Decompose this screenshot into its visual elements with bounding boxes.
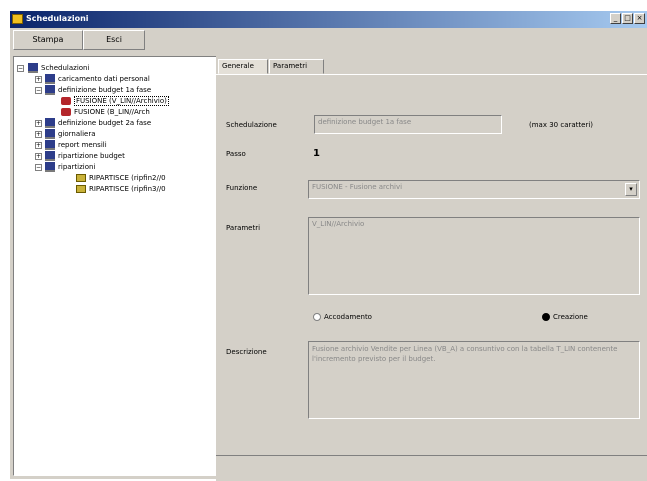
tree-item-label: ripartizioni <box>58 163 96 171</box>
tree-item-label: ripartizione budget <box>58 152 125 160</box>
expand-toggle[interactable]: + <box>35 142 42 149</box>
function-icon <box>61 97 71 105</box>
parametri-label: Parametri <box>226 224 261 232</box>
tree-item-label: giornaliera <box>58 130 96 138</box>
descrizione-label: Descrizione <box>226 348 267 356</box>
tree-root-label: Schedulazioni <box>41 64 90 72</box>
schedule-tree[interactable]: − Schedulazioni + caricamento dati perso… <box>13 56 217 476</box>
app-icon <box>12 14 23 24</box>
funzione-value: FUSIONE - Fusione archivi <box>312 183 403 191</box>
grid-icon <box>76 185 86 193</box>
status-bar <box>216 455 647 481</box>
max-chars-note: (max 30 caratteri) <box>529 121 593 129</box>
maximize-button[interactable]: □ <box>622 13 633 24</box>
app-window: Schedulazioni _ □ × Stampa Esci − Schedu… <box>9 10 647 481</box>
funzione-select[interactable]: FUSIONE - Fusione archivi ▾ <box>308 180 640 199</box>
expand-toggle[interactable]: + <box>35 120 42 127</box>
tree-item-selected[interactable]: FUSIONE (V_LIN//Archivio) <box>61 96 169 107</box>
detail-panel: Generale Parametri Schedulazione definiz… <box>216 51 647 455</box>
passo-value: 1 <box>313 148 320 159</box>
tree-item-label: definizione budget 2a fase <box>58 119 152 127</box>
tree-item[interactable]: ripartizione budget <box>45 151 125 162</box>
creazione-option[interactable]: Creazione <box>542 313 588 321</box>
passo-label: Passo <box>226 150 246 158</box>
folder-icon <box>45 74 55 84</box>
expand-toggle[interactable]: + <box>35 76 42 83</box>
folder-icon <box>45 140 55 150</box>
tree-item-label: report mensili <box>58 141 107 149</box>
schedulazione-field[interactable]: definizione budget 1a fase <box>314 115 502 134</box>
tree-item[interactable]: giornaliera <box>45 129 96 140</box>
expand-toggle[interactable]: + <box>35 131 42 138</box>
accodamento-label: Accodamento <box>324 313 372 321</box>
grid-icon <box>76 174 86 182</box>
folder-icon <box>45 118 55 128</box>
expand-toggle[interactable]: + <box>35 153 42 160</box>
tab-generale[interactable]: Generale <box>218 59 268 74</box>
schedulazione-label: Schedulazione <box>226 121 277 129</box>
tree-item-label: RIPARTISCE (ripfin3//0 <box>89 185 166 193</box>
tree-item-label: FUSIONE (V_LIN//Archivio) <box>74 96 169 106</box>
tree-item[interactable]: definizione budget 2a fase <box>45 118 151 129</box>
folder-icon <box>45 129 55 139</box>
tab-parametri[interactable]: Parametri <box>269 59 324 74</box>
tree-item[interactable]: FUSIONE (B_LIN//Arch <box>61 107 150 118</box>
window-title: Schedulazioni <box>26 14 89 23</box>
function-icon <box>61 108 71 116</box>
toolbar: Stampa Esci <box>13 30 193 52</box>
close-button[interactable]: × <box>634 13 645 24</box>
tree-root[interactable]: Schedulazioni <box>28 63 89 74</box>
folder-icon <box>28 63 38 73</box>
collapse-toggle[interactable]: − <box>17 65 24 72</box>
radio-icon <box>313 313 321 321</box>
folder-icon <box>45 85 55 95</box>
esci-button[interactable]: Esci <box>83 30 145 50</box>
radio-selected-icon <box>542 313 550 321</box>
tree-item[interactable]: report mensili <box>45 140 107 151</box>
chevron-down-icon[interactable]: ▾ <box>625 183 637 196</box>
creazione-label: Creazione <box>553 313 588 321</box>
tree-item[interactable]: definizione budget 1a fase <box>45 85 151 96</box>
tree-item[interactable]: RIPARTISCE (ripfin3//0 <box>76 184 166 195</box>
tree-item[interactable]: ripartizioni <box>45 162 95 173</box>
accodamento-option[interactable]: Accodamento <box>313 313 372 321</box>
tab-divider <box>216 74 647 75</box>
minimize-button[interactable]: _ <box>610 13 621 24</box>
tree-item-label: definizione budget 1a fase <box>58 86 152 94</box>
tree-item-label: FUSIONE (B_LIN//Arch <box>74 108 150 116</box>
collapse-toggle[interactable]: − <box>35 164 42 171</box>
folder-icon <box>45 151 55 161</box>
collapse-toggle[interactable]: − <box>35 87 42 94</box>
descrizione-field[interactable]: Fusione archivio Vendite per Linea (VB_A… <box>308 341 640 419</box>
tree-item[interactable]: RIPARTISCE (ripfin2//0 <box>76 173 166 184</box>
funzione-label: Funzione <box>226 184 258 192</box>
folder-icon <box>45 162 55 172</box>
stampa-button[interactable]: Stampa <box>13 30 83 50</box>
parametri-field[interactable]: V_LIN//Archivio <box>308 217 640 295</box>
title-bar[interactable]: Schedulazioni _ □ × <box>10 11 647 28</box>
tree-item[interactable]: caricamento dati personal <box>45 74 150 85</box>
tree-item-label: caricamento dati personal <box>58 75 150 83</box>
tree-item-label: RIPARTISCE (ripfin2//0 <box>89 174 166 182</box>
